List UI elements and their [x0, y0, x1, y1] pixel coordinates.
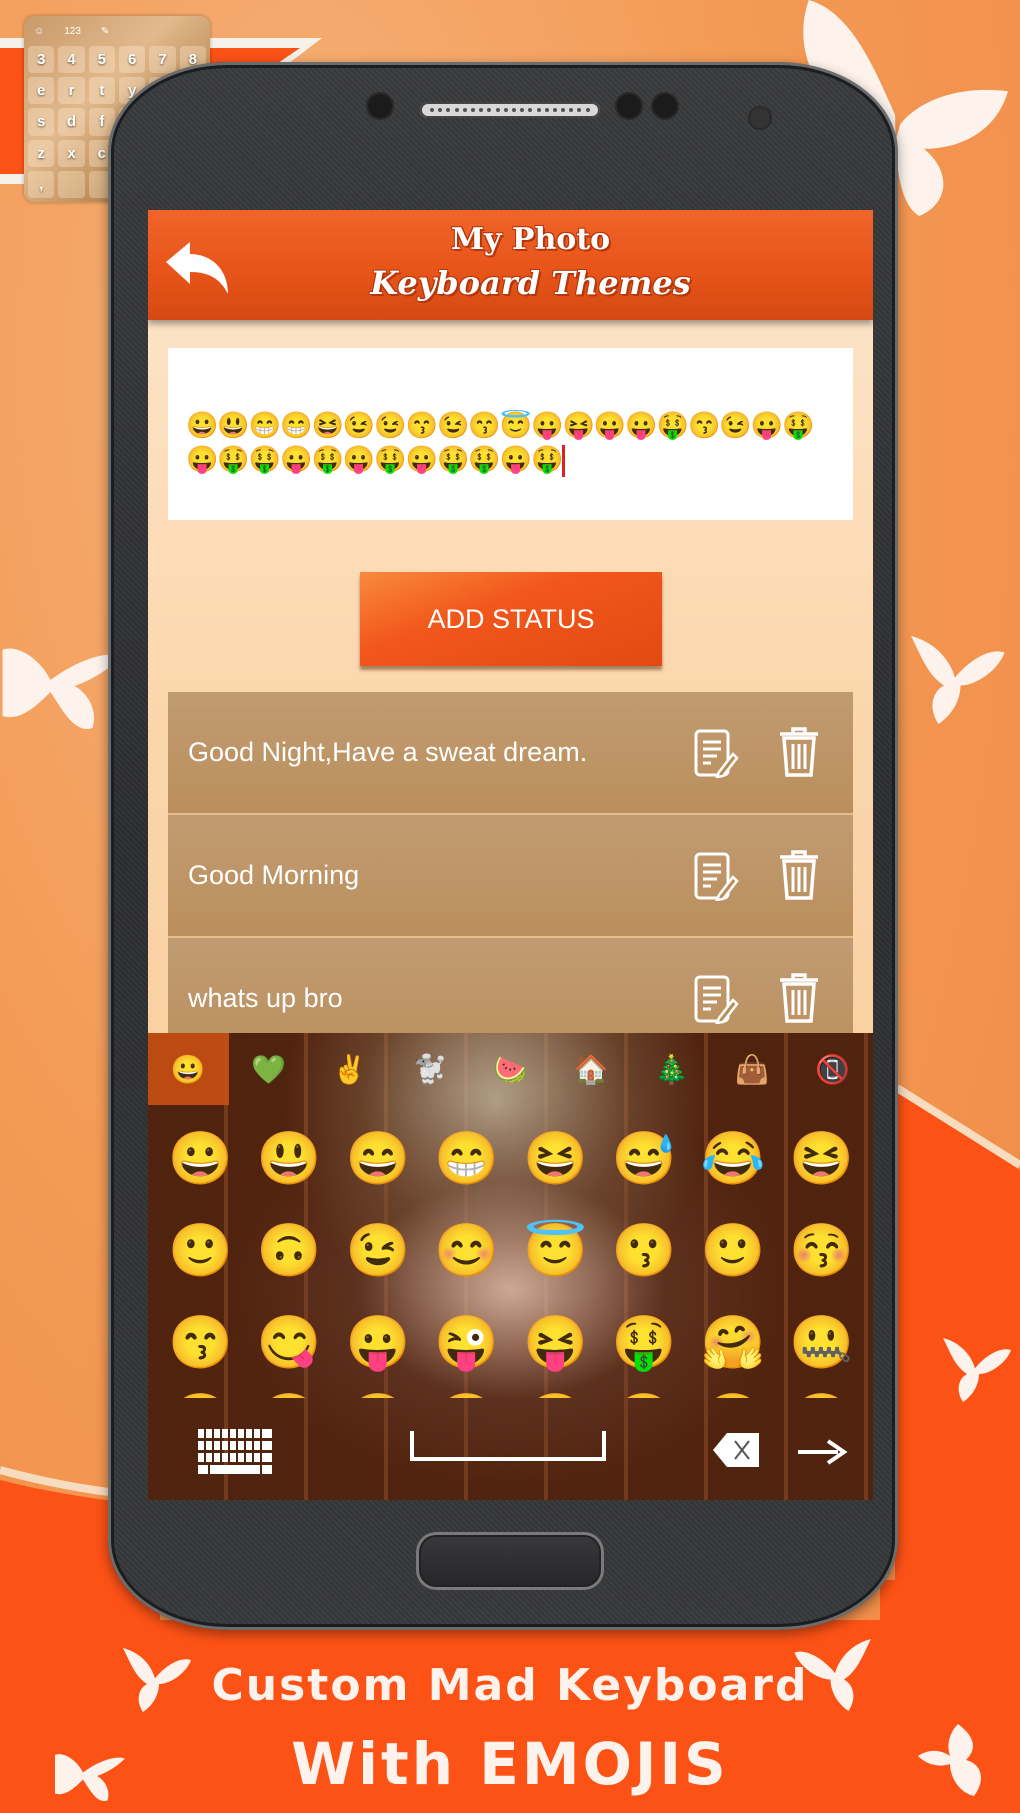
status-text: Good Night,Have a sweat dream.: [188, 737, 588, 767]
emoji-tab-heart[interactable]: 💚: [229, 1033, 310, 1105]
emoji-tab-holidays[interactable]: 🎄: [631, 1033, 712, 1105]
emoji-key[interactable]: 😂: [689, 1113, 778, 1205]
emoji-key[interactable]: 😶: [689, 1389, 778, 1398]
status-input[interactable]: 😀😃😁😁😆😉😉😙😉😙😇😛😝😛😛🤑😙😉😛🤑😛🤑🤑😛🤑😛🤑😛🤑🤑😛🤑: [168, 348, 853, 520]
status-text: Good Morning: [188, 860, 360, 890]
thumbnail-key: 7: [149, 46, 176, 74]
emoji-keyboard: 😀💚✌🐩🍉🏠🎄👜📵 😀😃😄😁😆😅😂😆🙂🙃😉😊😇😗🙂😚😙😋😛😜😝🤑🤗🤐😶😑😑😏😒🙄…: [148, 1033, 873, 1500]
status-row[interactable]: Good Night,Have a sweat dream.: [168, 692, 853, 815]
thumbnail-key: [58, 170, 85, 198]
emoji-key[interactable]: 😗: [600, 1205, 689, 1297]
emoji-tab-objects[interactable]: 👜: [712, 1033, 793, 1105]
front-sensor: [366, 92, 394, 120]
text-caret: [562, 445, 566, 478]
emoji-key[interactable]: 😶: [156, 1389, 245, 1398]
thumbnail-key: t: [88, 77, 115, 105]
app-title-line1: My Photo: [450, 222, 611, 257]
emoji-key[interactable]: 😉: [334, 1205, 423, 1297]
thumbnail-key: s: [28, 108, 55, 136]
thumbnail-key: z: [28, 139, 55, 167]
butterfly-decoration: [935, 1330, 1015, 1410]
emoji-key[interactable]: 😒: [511, 1389, 600, 1398]
emoji-key[interactable]: 😁: [422, 1113, 511, 1205]
emoji-key[interactable]: 😅: [600, 1113, 689, 1205]
status-input-value: 😀😃😁😁😆😉😉😙😉😙😇😛😝😛😛🤑😙😉😛🤑😛🤑🤑😛🤑😛🤑😛🤑🤑😛🤑: [186, 410, 814, 474]
edit-note-icon[interactable]: [693, 728, 739, 778]
emoji-key[interactable]: 😇: [511, 1205, 600, 1297]
butterfly-decoration: [900, 620, 1010, 740]
light-sensor: [651, 92, 679, 120]
trash-icon[interactable]: [778, 849, 820, 901]
emoji-key[interactable]: 🤐: [777, 1297, 866, 1389]
app-header: My Photo Keyboard Themes: [148, 210, 873, 320]
emoji-key[interactable]: 🙂: [156, 1205, 245, 1297]
emoji-key[interactable]: 😚: [777, 1205, 866, 1297]
butterfly-decoration: [0, 620, 125, 740]
edit-note-icon[interactable]: [693, 974, 739, 1024]
emoji-key[interactable]: 😙: [156, 1297, 245, 1389]
emoji-key[interactable]: 😜: [422, 1297, 511, 1389]
thumbnail-toolbar-item: ☺: [34, 25, 45, 37]
thumbnail-toolbar-item: ✎: [100, 25, 110, 37]
status-list: Good Night,Have a sweat dream. Good Morn…: [168, 692, 853, 1061]
trash-icon[interactable]: [778, 972, 820, 1024]
emoji-key[interactable]: 😶: [777, 1389, 866, 1398]
emoji-key[interactable]: 🤑: [600, 1297, 689, 1389]
thumbnail-toolbar-item: 123: [64, 25, 81, 37]
thumbnail-key: x: [58, 139, 85, 167]
thumbnail-key: r: [58, 77, 85, 105]
emoji-key[interactable]: 😛: [334, 1297, 423, 1389]
thumbnail-key: 3: [28, 46, 55, 74]
home-button[interactable]: [416, 1532, 604, 1590]
app-title-line2: Keyboard Themes: [370, 264, 691, 302]
proximity-sensor: [615, 92, 643, 120]
thumbnail-key: ,: [28, 170, 55, 198]
emoji-key[interactable]: 😆: [511, 1113, 600, 1205]
emoji-tab-smileys[interactable]: 😀: [148, 1033, 229, 1105]
emoji-key[interactable]: 😊: [422, 1205, 511, 1297]
trash-icon[interactable]: [778, 726, 820, 778]
emoji-key[interactable]: 🙄: [600, 1389, 689, 1398]
emoji-key[interactable]: 😏: [422, 1389, 511, 1398]
earpiece-speaker: [420, 102, 600, 118]
space-bar[interactable]: [410, 1431, 606, 1461]
thumbnail-key: 5: [88, 46, 115, 74]
promo-caption-line2: With EMOJIS: [291, 1730, 729, 1798]
emoji-key[interactable]: 😋: [245, 1297, 334, 1389]
emoji-tab-places[interactable]: 🏠: [551, 1033, 632, 1105]
app-screen: My Photo Keyboard Themes 😀😃😁😁😆😉😉😙😉😙😇😛😝😛😛…: [148, 210, 873, 1500]
emoji-grid: 😀😃😄😁😆😅😂😆🙂🙃😉😊😇😗🙂😚😙😋😛😜😝🤑🤗🤐😶😑😑😏😒🙄😶😶: [156, 1113, 866, 1398]
status-row[interactable]: Good Morning: [168, 815, 853, 938]
emoji-key[interactable]: 🤗: [689, 1297, 778, 1389]
add-status-button[interactable]: ADD STATUS: [360, 572, 662, 666]
arrow-right-icon[interactable]: [798, 1437, 848, 1467]
front-camera: [748, 106, 772, 130]
backspace-icon[interactable]: [713, 1431, 761, 1469]
emoji-key[interactable]: 😀: [156, 1113, 245, 1205]
emoji-tab-food[interactable]: 🍉: [470, 1033, 551, 1105]
thumbnail-key: e: [28, 77, 55, 105]
emoji-key[interactable]: 😆: [777, 1113, 866, 1205]
emoji-tab-hands[interactable]: ✌: [309, 1033, 390, 1105]
keyboard-bottom-bar: [148, 1405, 873, 1500]
emoji-tab-symbols[interactable]: 📵: [793, 1033, 874, 1105]
emoji-key[interactable]: 🙃: [245, 1205, 334, 1297]
emoji-key[interactable]: 🙂: [689, 1205, 778, 1297]
emoji-tab-animals[interactable]: 🐩: [390, 1033, 471, 1105]
emoji-key[interactable]: 😑: [334, 1389, 423, 1398]
emoji-key[interactable]: 😄: [334, 1113, 423, 1205]
edit-note-icon[interactable]: [693, 851, 739, 901]
emoji-key[interactable]: 😃: [245, 1113, 334, 1205]
emoji-category-tabs: 😀 💚 ✌ 🐩 🍉 🏠 🎄 👜 📵: [148, 1033, 873, 1105]
emoji-key[interactable]: 😝: [511, 1297, 600, 1389]
thumbnail-key: 6: [119, 46, 146, 74]
thumbnail-key: d: [58, 108, 85, 136]
emoji-key[interactable]: 😑: [245, 1389, 334, 1398]
thumbnail-key: 4: [58, 46, 85, 74]
keyboard-icon[interactable]: [198, 1429, 274, 1481]
promo-caption-line1: Custom Mad Keyboard: [211, 1660, 809, 1711]
status-text: whats up bro: [188, 983, 343, 1013]
